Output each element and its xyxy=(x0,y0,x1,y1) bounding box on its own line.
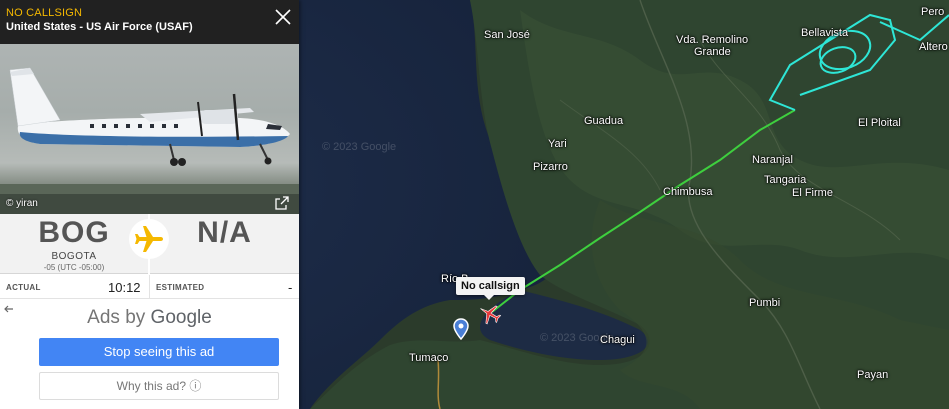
callsign-label: NO CALLSIGN xyxy=(6,7,83,19)
ads-by-google: Ads by Google xyxy=(0,307,299,329)
external-link-icon[interactable] xyxy=(274,195,290,211)
map-label-el-ploital: El Ploital xyxy=(858,117,901,129)
map-label-bellavista: Bellavista xyxy=(801,27,849,39)
route-summary: BOG BOGOTA -05 (UTC -05:00) N/A xyxy=(0,214,299,274)
destination-airport-code: N/A xyxy=(197,216,252,249)
actual-time-label: ACTUAL xyxy=(6,283,41,292)
estimated-time-label: ESTIMATED xyxy=(156,283,205,292)
google-brand: Google xyxy=(150,307,212,328)
map-label-chimbusa: Chimbusa xyxy=(663,186,713,198)
map-label-el-firme: El Firme xyxy=(792,187,833,199)
map-label-tangaria: Tangaria xyxy=(764,174,807,186)
operator-label: United States - US Air Force (USAF) xyxy=(6,21,193,33)
map-label-yari: Yari xyxy=(548,138,567,150)
map-label-tumaco: Tumaco xyxy=(409,352,449,364)
map-label-pizarro: Pizarro xyxy=(533,161,568,173)
origin-timezone: -05 (UTC -05:00) xyxy=(43,263,105,272)
airplane-icon xyxy=(135,226,163,252)
airport-pin-icon[interactable] xyxy=(453,318,469,340)
aircraft-marker-icon[interactable] xyxy=(478,302,502,326)
aircraft-tooltip: No callsign xyxy=(456,277,525,300)
why-this-ad-button[interactable]: Why this ad? ⓘ xyxy=(39,372,279,400)
times-divider xyxy=(149,275,150,299)
map-watermark: © 2023 Google xyxy=(322,141,397,153)
actual-time-value: 10:12 xyxy=(108,280,141,295)
flight-info-panel: NO CALLSIGN United States - US Air Force… xyxy=(0,0,299,409)
app-root: © 2023 Google © 2023 Google San José Vda… xyxy=(0,0,949,409)
ads-by-prefix: Ads by xyxy=(87,307,151,328)
close-icon[interactable] xyxy=(272,6,294,28)
ad-section: Ads by Google Stop seeing this ad Why th… xyxy=(0,300,299,409)
route-plane-badge xyxy=(129,219,169,259)
map-label-vda-remolino: Vda. Remolino xyxy=(676,34,749,46)
origin-city: BOGOTA xyxy=(51,251,97,262)
time-row: ACTUAL 10:12 ESTIMATED - xyxy=(0,275,299,299)
aircraft-photo-image xyxy=(0,67,299,214)
stop-seeing-ad-button[interactable]: Stop seeing this ad xyxy=(39,338,279,366)
aircraft-photo[interactable]: © yiran xyxy=(0,44,299,214)
map-label-altero: Altero xyxy=(919,41,948,53)
map-label-grande: Grande xyxy=(694,46,731,58)
map-label-payan: Payan xyxy=(857,369,889,381)
estimated-time-value: - xyxy=(288,280,293,295)
origin-airport-code[interactable]: BOG xyxy=(0,216,148,250)
map-label-san-jose: San José xyxy=(484,29,530,41)
map-label-naranjal: Naranjal xyxy=(752,154,793,166)
map-label-chagui: Chagui xyxy=(600,334,635,346)
map-label-pumbi: Pumbi xyxy=(749,297,781,309)
map-label-pero: Pero xyxy=(921,6,945,18)
photo-credit: © yiran xyxy=(6,198,38,209)
panel-header: NO CALLSIGN United States - US Air Force… xyxy=(0,0,299,44)
map-label-guadua: Guadua xyxy=(584,115,624,127)
